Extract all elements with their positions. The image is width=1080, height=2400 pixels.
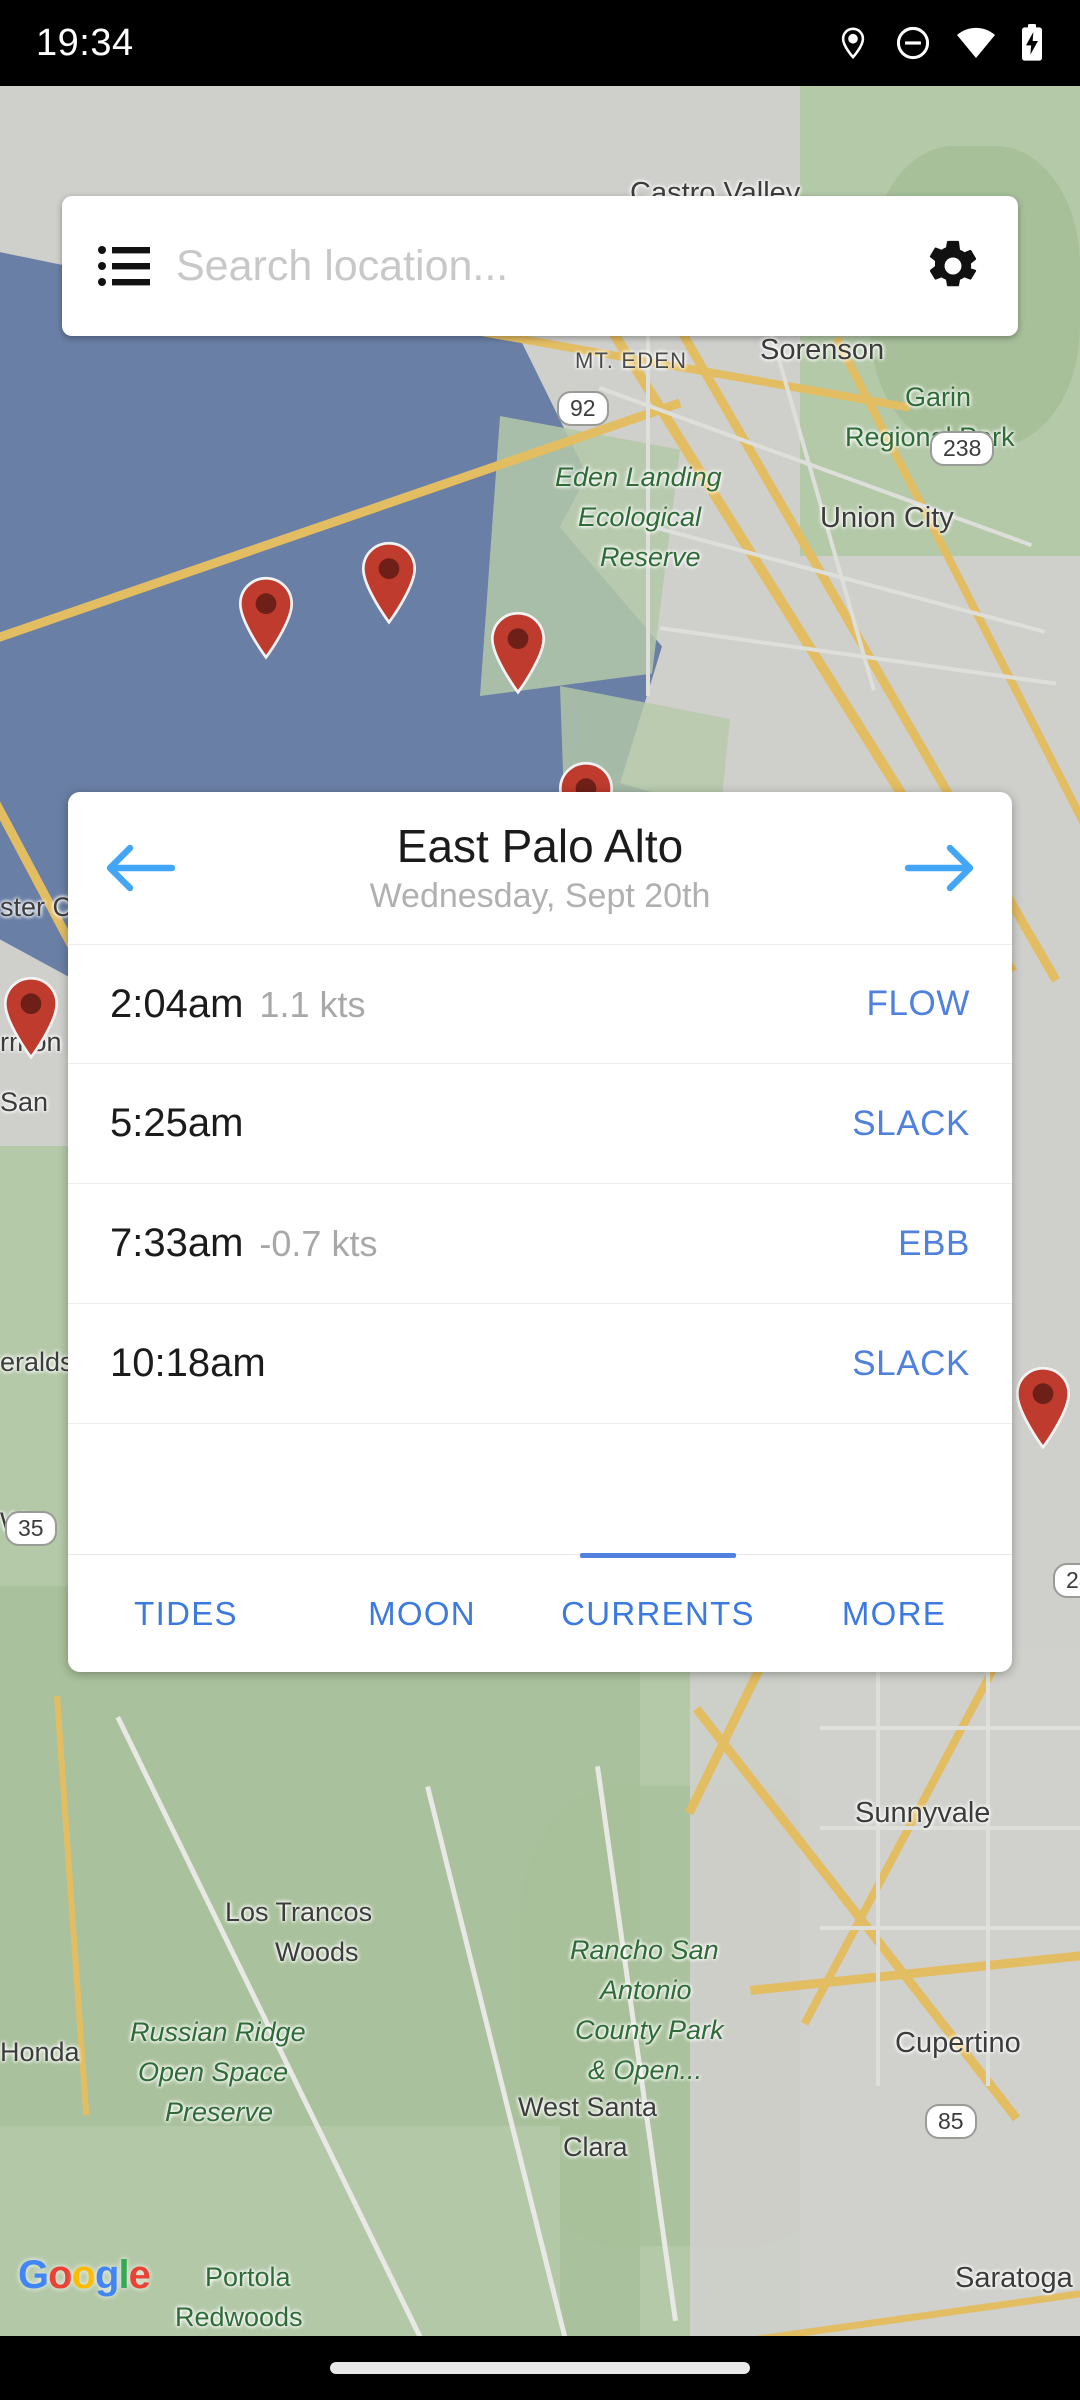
search-bar[interactable] [62,196,1018,336]
station-date: Wednesday, Sept 20th [369,877,711,916]
row-left-group: 5:25am [110,1101,243,1146]
row-time: 2:04am [110,981,244,1026]
map-road-grid-5 [986,1666,990,2086]
row-speed: -0.7 kts [259,1223,378,1264]
card-header-text: East Palo Alto Wednesday, Sept 20th [370,820,711,916]
search-input[interactable] [176,241,906,291]
map-label: Garin [905,382,972,412]
map-label: Los Trancos [225,1897,373,1927]
location-pin-icon [841,27,865,60]
row-left-group: 10:18am [110,1341,266,1386]
map-label: Eden Landing [555,462,722,492]
map-label: County Park [575,2015,724,2045]
map-road-grid-4 [876,1666,880,2086]
map-marker-pin[interactable] [0,976,62,1060]
map-label: Cupertino [895,2027,1021,2059]
tab-moon[interactable]: MOON [304,1595,540,1633]
list-menu-icon[interactable] [98,245,154,287]
phone-screen: Castro Valley MT. EDEN Sorenson Garin Region… [0,0,1080,2400]
map-label: Clara [563,2132,628,2162]
row-speed: 1.1 kts [259,983,366,1025]
do-not-disturb-icon [896,26,930,60]
station-name: East Palo Alto [396,819,684,872]
arrow-right-icon[interactable] [904,842,976,894]
map-label: Open Space [138,2057,289,2087]
row-time: 5:25am [110,1101,244,1145]
row-type-badge: SLACK [852,1103,970,1143]
map-label: Portola [205,2262,291,2292]
status-icon-group [836,23,1044,63]
map-label: Russian Ridge [130,2017,306,2047]
map-label: Ecological [578,502,702,532]
highway-shield: 23 [1053,1563,1080,1598]
current-event-row[interactable]: 7:33am -0.7 kts EBB [68,1184,1012,1304]
map-marker-pin[interactable] [235,576,297,660]
gear-icon[interactable] [924,237,982,295]
android-nav-bar [0,2336,1080,2400]
row-type-badge: SLACK [852,1343,970,1383]
map-road-grid-3 [820,1926,1080,1930]
map-marker-pin[interactable] [1012,1366,1074,1450]
status-bar: 19:34 [0,0,1080,86]
map-label: ster C [0,892,73,922]
arrow-left-icon[interactable] [104,842,176,894]
highway-shield: 35 [5,1511,57,1546]
highway-shield: 85 [925,2104,977,2139]
google-attribution-logo: Google [18,2253,151,2297]
home-gesture-pill[interactable] [330,2362,750,2374]
map-label: West Santa [518,2092,658,2122]
card-tab-bar[interactable]: TIDES MOON CURRENTS MORE [68,1553,1012,1672]
map-label: Union City [820,502,954,534]
current-events-list[interactable]: 2:04am 1.1 kts FLOW 5:25am SLACK 7:33am -0.7 k… [68,944,1012,1554]
station-info-card: East Palo Alto Wednesday, Sept 20th 2:04… [68,792,1012,1672]
row-time: 10:18am [110,1341,266,1385]
current-event-row[interactable]: 10:18am SLACK [68,1304,1012,1424]
battery-charging-icon [1022,24,1042,61]
status-clock: 19:34 [36,21,134,64]
active-tab-indicator [580,1553,736,1558]
map-label: Antonio [600,1975,692,2005]
map-label: Woods [275,1937,359,1967]
highway-shield: 238 [930,431,995,466]
map-label: MT. EDEN [575,348,688,373]
map-label: Sunnyvale [855,1797,991,1829]
row-type-badge: EBB [898,1223,970,1263]
row-left-group: 2:04am 1.1 kts [110,982,365,1027]
row-type-badge: FLOW [866,984,970,1023]
map-marker-pin[interactable] [358,541,420,625]
tab-more[interactable]: MORE [776,1595,1012,1633]
map-label: Sorenson [760,334,885,366]
map-label: Rancho San [570,1935,719,1965]
map-label: Reserve [600,542,701,572]
map-label: & Open... [588,2055,703,2085]
tab-tides[interactable]: TIDES [68,1595,304,1633]
map-label: San [0,1087,49,1117]
wifi-icon [957,27,995,58]
tab-currents[interactable]: CURRENTS [540,1595,776,1633]
card-header: East Palo Alto Wednesday, Sept 20th [68,792,1012,944]
current-event-row[interactable]: 5:25am SLACK [68,1064,1012,1184]
map-label: Honda [0,2037,80,2067]
highway-shield: 92 [557,391,609,426]
map-marker-pin[interactable] [487,611,549,695]
map-label: Redwoods [175,2302,303,2332]
map-urban-sv [690,1646,1080,2336]
map-label: Saratoga [955,2262,1073,2294]
map-label: eralds [0,1347,74,1377]
row-left-group: 7:33am -0.7 kts [110,1221,377,1266]
map-label: Preserve [165,2097,274,2127]
map-road-grid-1 [820,1726,1080,1730]
current-event-row[interactable]: 2:04am 1.1 kts FLOW [68,944,1012,1064]
row-time: 7:33am [110,1221,244,1265]
